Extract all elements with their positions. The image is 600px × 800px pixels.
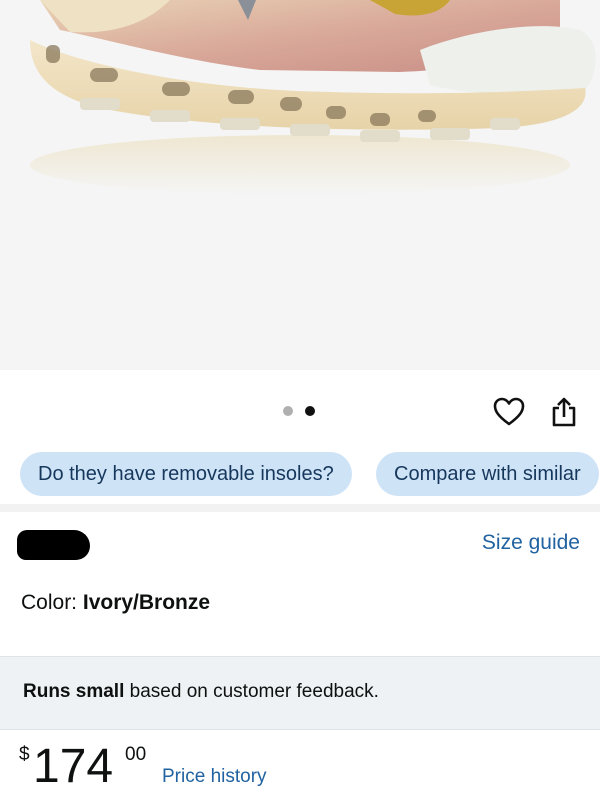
wishlist-button[interactable]: [492, 396, 526, 428]
price-whole: 174: [33, 740, 114, 793]
fit-feedback-text: Runs small based on customer feedback.: [23, 681, 379, 703]
fit-strong: Runs small: [23, 681, 125, 702]
carousel-dot-2-active[interactable]: [305, 406, 315, 416]
suggested-questions: Do they have removable insoles? Compare …: [0, 452, 600, 498]
size-row: Size guide: [0, 512, 600, 576]
share-icon: [552, 397, 576, 427]
carousel-dot-1[interactable]: [283, 406, 293, 416]
fit-feedback-banner: Runs small based on customer feedback.: [0, 656, 600, 730]
price-currency: $: [19, 744, 30, 765]
size-guide-link[interactable]: Size guide: [482, 531, 580, 555]
price-history-link[interactable]: Price history: [162, 766, 267, 788]
color-value: Ivory/Bronze: [82, 591, 211, 614]
color-selection: Color: Ivory/Bronze: [21, 591, 210, 615]
image-controls: [0, 370, 600, 452]
section-divider: [0, 504, 600, 512]
redacted-size-label: [17, 530, 90, 560]
heart-icon: [493, 397, 525, 426]
color-label: Color:: [21, 591, 83, 614]
product-image[interactable]: [0, 0, 600, 370]
fit-rest: based on customer feedback.: [124, 681, 379, 702]
share-button[interactable]: [549, 396, 579, 428]
question-chip-compare[interactable]: Compare with similar: [376, 452, 599, 496]
price-row: $ 174 00 Price history: [0, 730, 600, 800]
question-chip-removable-insoles[interactable]: Do they have removable insoles?: [20, 452, 352, 496]
shoe-illustration: [30, 0, 596, 195]
carousel-indicator: [283, 406, 315, 416]
price-fraction: 00: [125, 744, 147, 765]
